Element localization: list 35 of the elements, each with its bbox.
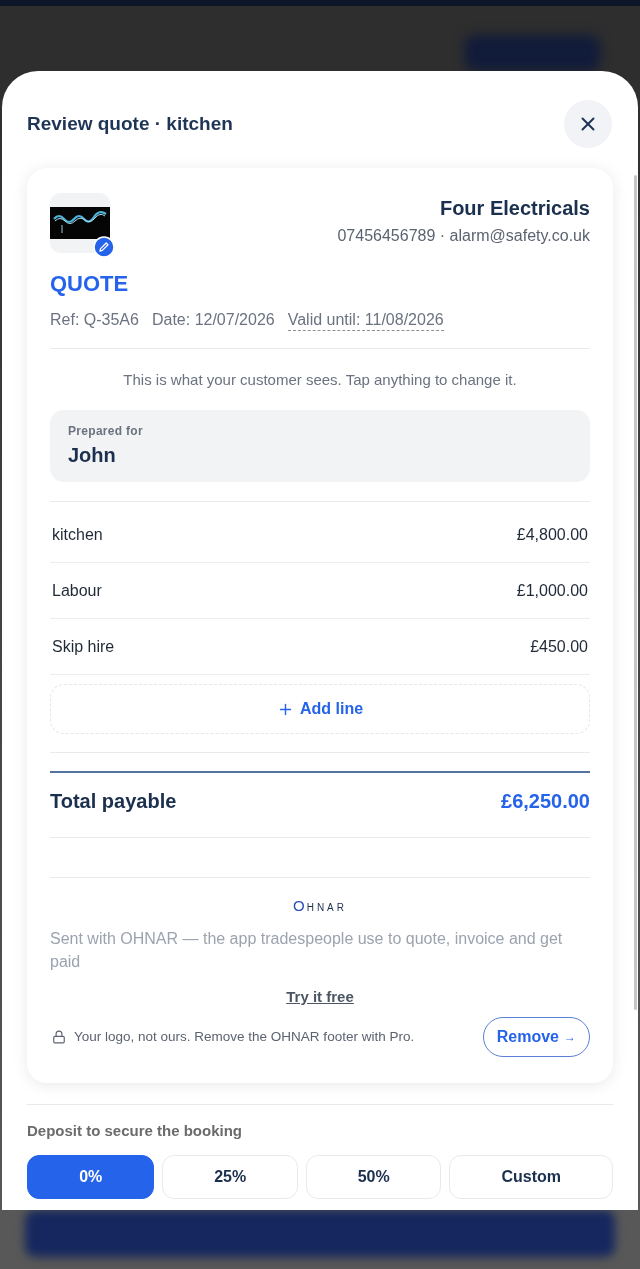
logo-image [50, 207, 110, 239]
line-amount: £450.00 [530, 636, 588, 657]
deposit-label: Deposit to secure the booking [27, 1121, 244, 1141]
total-amount: £6,250.00 [501, 789, 590, 814]
line-description: kitchen [52, 524, 103, 545]
line-description: Labour [52, 580, 102, 601]
close-button[interactable] [564, 100, 612, 148]
line-amount: £4,800.00 [516, 524, 588, 545]
valid-until-date[interactable]: Valid until: 11/08/2026 [287, 310, 444, 331]
pro-note: Your logo, not ours. Remove the OHNAR footer with Pro. [74, 1028, 415, 1046]
document-title: QUOTE [50, 270, 130, 298]
business-contact: 07456456789 · alarm@safety.co.uk [337, 226, 590, 246]
recipient-name: John [68, 443, 116, 467]
brand-logo: OHNAR [293, 898, 347, 916]
footer-tagline: Sent with OHNAR — the app tradespeople use to quote, invoice and get paid [50, 929, 564, 972]
sheet-title: Review quote · kitchen [27, 112, 233, 136]
business-name: Four Electricals [439, 196, 590, 220]
recipient-label: Prepared for [68, 423, 143, 439]
line-amount: £1,000.00 [516, 580, 588, 601]
deposit-option[interactable]: Custom [449, 1155, 613, 1199]
deposit-option[interactable]: 0% [27, 1155, 155, 1199]
edit-hint: This is what your customer sees. Tap anything to change it. [122, 370, 518, 390]
try-free-link[interactable]: Try it free [286, 986, 354, 1008]
deposit-option[interactable]: 50% [305, 1155, 442, 1199]
line-description: Skip hire [52, 636, 115, 657]
scroll-bar[interactable] [634, 175, 637, 1010]
quote-meta: Ref: Q-35A6 [50, 310, 139, 330]
add-line-button[interactable]: Add line [50, 684, 590, 734]
lock-icon [52, 1030, 66, 1044]
deposit-option[interactable]: 25% [162, 1155, 298, 1199]
pencil-icon[interactable] [93, 236, 115, 258]
quote-meta: Date: 12/07/2026 [151, 310, 275, 330]
remove-footer-button[interactable]: Remove → [482, 1017, 590, 1057]
recipient-field[interactable]: Prepared for John [50, 410, 590, 482]
total-label: Total payable [50, 789, 177, 814]
